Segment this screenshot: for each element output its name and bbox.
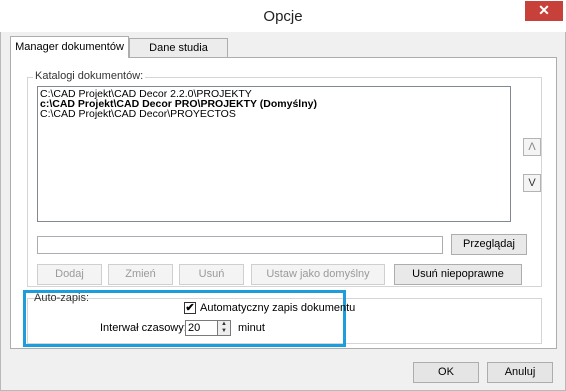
tab-studio-data[interactable]: Dane studia xyxy=(129,38,228,58)
set-default-button[interactable]: Ustaw jako domyślny xyxy=(251,264,385,285)
catalog-list[interactable]: C:\CAD Projekt\CAD Decor 2.2.0\PROJEKTY … xyxy=(37,86,511,222)
add-button[interactable]: Dodaj xyxy=(37,264,102,285)
interval-unit: minut xyxy=(238,322,265,334)
autosave-checkbox-label[interactable]: Automatyczny zapis dokumentu xyxy=(200,302,355,315)
ok-button[interactable]: OK xyxy=(413,362,479,383)
move-down-button[interactable]: V xyxy=(523,174,541,192)
spin-up-icon[interactable]: ▲ xyxy=(218,321,230,328)
interval-label: Interwał czasowy: xyxy=(100,322,187,334)
list-item[interactable]: C:\CAD Projekt\CAD Decor\PROYECTOS xyxy=(40,109,508,120)
cancel-button[interactable]: Anuluj xyxy=(487,362,553,383)
browse-button[interactable]: Przeglądaj xyxy=(451,234,527,255)
dialog-footer xyxy=(1,352,565,390)
path-input[interactable] xyxy=(37,236,443,254)
remove-button[interactable]: Usuń xyxy=(179,264,244,285)
chevron-up-icon: Λ xyxy=(528,141,536,153)
tab-document-manager[interactable]: Manager dokumentów xyxy=(10,36,129,58)
change-button[interactable]: Zmień xyxy=(108,264,173,285)
remove-invalid-button[interactable]: Usuń niepoprawne xyxy=(394,264,522,285)
move-up-button[interactable]: Λ xyxy=(523,138,541,156)
chevron-down-icon: V xyxy=(528,177,536,189)
autosave-group-label: Auto-zapis: xyxy=(34,292,90,304)
checkmark-icon: ✔ xyxy=(185,302,195,314)
dialog-title: Opcje xyxy=(263,8,303,25)
interval-spinner: ▲ ▼ xyxy=(218,320,231,336)
interval-input[interactable]: 20 xyxy=(185,320,218,336)
spin-down-icon[interactable]: ▼ xyxy=(218,328,230,335)
autosave-checkbox[interactable]: ✔ xyxy=(184,302,196,314)
catalogs-group-label: Katalogi dokumentów: xyxy=(33,70,146,82)
close-button[interactable]: ✕ xyxy=(525,1,563,21)
